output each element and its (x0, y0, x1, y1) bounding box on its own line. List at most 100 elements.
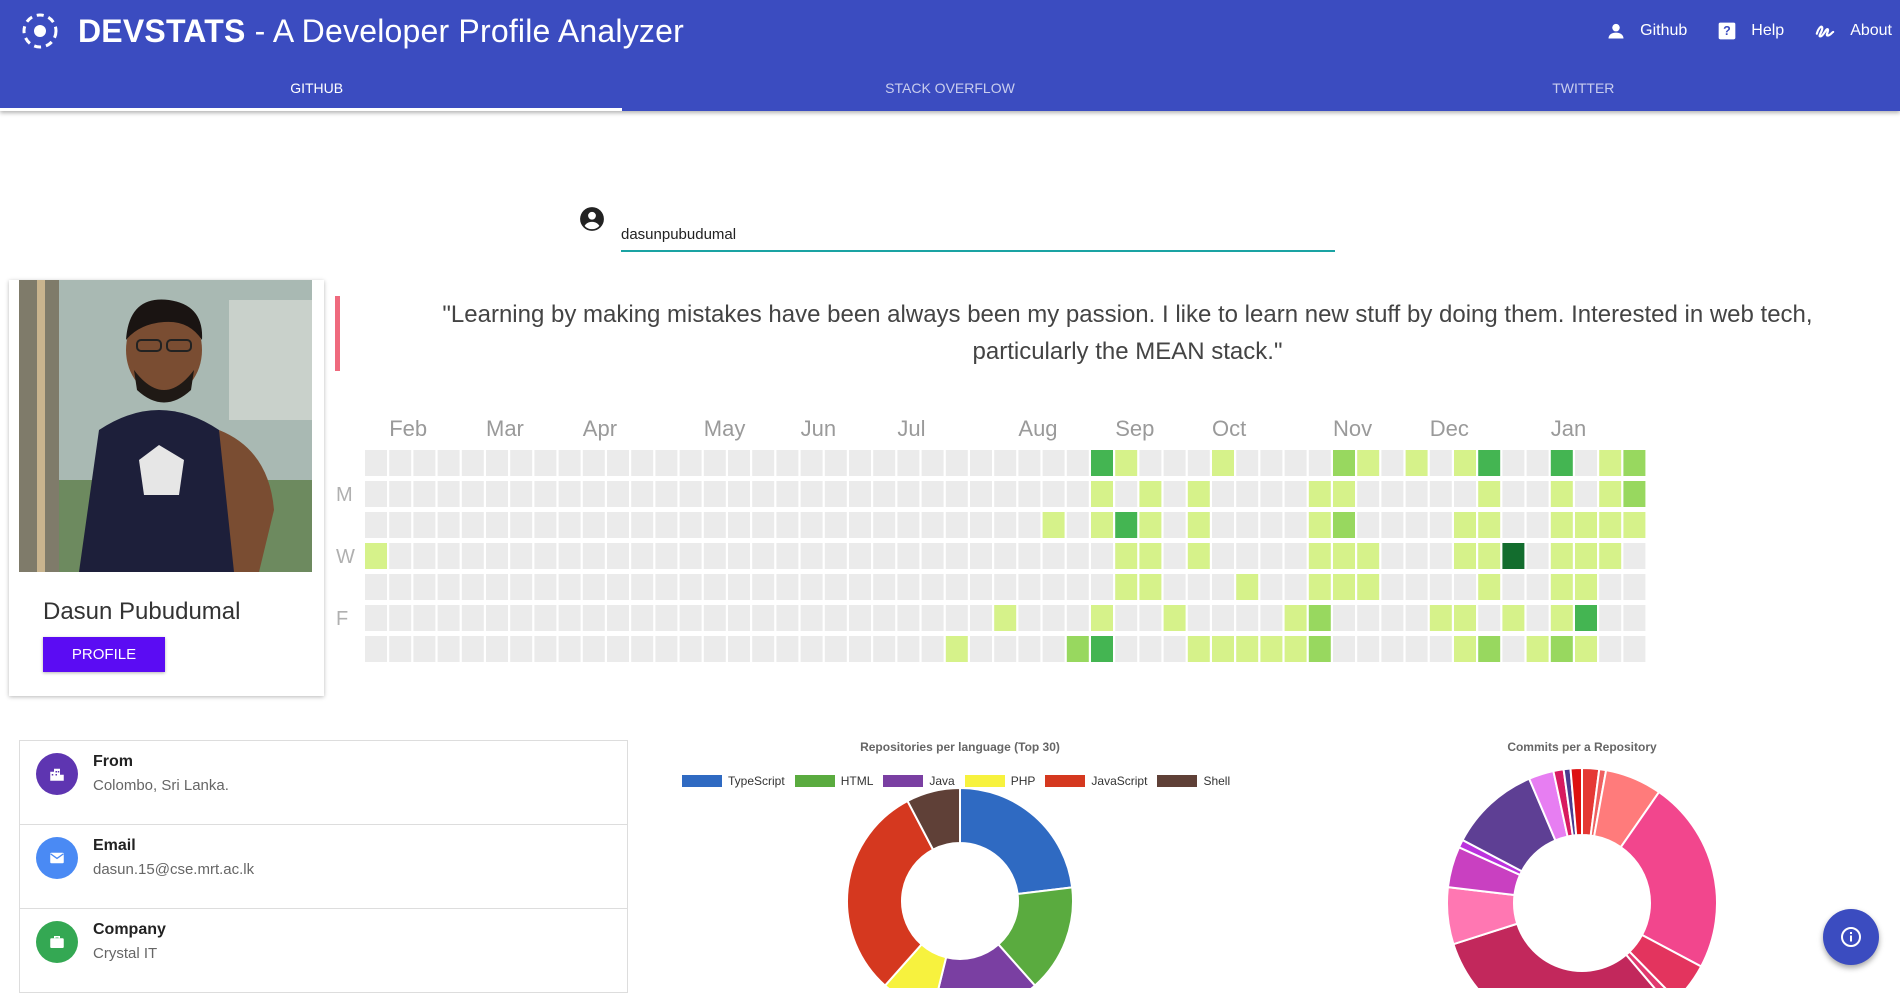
heatmap-cell[interactable] (1236, 605, 1259, 631)
heatmap-cell[interactable] (1623, 481, 1646, 507)
heatmap-cell[interactable] (1212, 512, 1234, 538)
heatmap-cell[interactable] (1066, 450, 1089, 476)
heatmap-cell[interactable] (1454, 512, 1476, 538)
heatmap-cell[interactable] (1526, 636, 1549, 662)
heatmap-cell[interactable] (534, 543, 557, 569)
heatmap-cell[interactable] (607, 481, 629, 507)
heatmap-cell[interactable] (728, 543, 750, 569)
heatmap-cell[interactable] (1550, 450, 1573, 476)
heatmap-cell[interactable] (655, 574, 678, 600)
heatmap-cell[interactable] (486, 512, 508, 538)
heatmap-cell[interactable] (1139, 605, 1162, 631)
heatmap-cell[interactable] (994, 481, 1017, 507)
heatmap-cell[interactable] (1308, 450, 1331, 476)
heatmap-cell[interactable] (752, 512, 775, 538)
heatmap-cell[interactable] (1502, 512, 1525, 538)
heatmap-cell[interactable] (921, 543, 944, 569)
heatmap-cell[interactable] (534, 574, 557, 600)
heatmap-cell[interactable] (461, 450, 484, 476)
heatmap-cell[interactable] (1187, 481, 1210, 507)
heatmap-cell[interactable] (703, 450, 726, 476)
heatmap-cell[interactable] (1526, 574, 1549, 600)
heatmap-cell[interactable] (970, 512, 992, 538)
heatmap-cell[interactable] (1575, 450, 1597, 476)
heatmap-cell[interactable] (800, 543, 823, 569)
heatmap-cell[interactable] (1163, 574, 1186, 600)
heatmap-cell[interactable] (1212, 636, 1234, 662)
heatmap-cell[interactable] (1091, 543, 1113, 569)
heatmap-cell[interactable] (655, 605, 678, 631)
heatmap-cell[interactable] (945, 512, 968, 538)
heatmap-cell[interactable] (389, 636, 412, 662)
heatmap-cell[interactable] (994, 512, 1017, 538)
heatmap-cell[interactable] (994, 636, 1017, 662)
heatmap-cell[interactable] (994, 574, 1017, 600)
heatmap-cell[interactable] (679, 543, 702, 569)
heatmap-cell[interactable] (1139, 450, 1162, 476)
heatmap-cell[interactable] (1308, 574, 1331, 600)
heatmap-cell[interactable] (1260, 481, 1283, 507)
heatmap-cell[interactable] (655, 481, 678, 507)
heatmap-cell[interactable] (1139, 636, 1162, 662)
heatmap-cell[interactable] (437, 574, 460, 600)
heatmap-cell[interactable] (824, 605, 847, 631)
heatmap-cell[interactable] (1478, 481, 1501, 507)
heatmap-cell[interactable] (1091, 574, 1113, 600)
heatmap-cell[interactable] (655, 450, 678, 476)
heatmap-cell[interactable] (1066, 543, 1089, 569)
heatmap-cell[interactable] (413, 543, 436, 569)
heatmap-cell[interactable] (1308, 481, 1331, 507)
heatmap-cell[interactable] (1405, 450, 1428, 476)
legend-item[interactable]: Java (883, 774, 955, 788)
heatmap-cell[interactable] (1236, 512, 1259, 538)
heatmap-cell[interactable] (994, 543, 1017, 569)
heatmap-cell[interactable] (1575, 512, 1597, 538)
heatmap-cell[interactable] (897, 481, 920, 507)
heatmap-cell[interactable] (1623, 605, 1646, 631)
heatmap-cell[interactable] (1091, 605, 1113, 631)
heatmap-cell[interactable] (873, 605, 896, 631)
heatmap-cell[interactable] (607, 512, 629, 538)
heatmap-cell[interactable] (413, 481, 436, 507)
heatmap-cell[interactable] (1478, 636, 1501, 662)
heatmap-cell[interactable] (1502, 481, 1525, 507)
heatmap-cell[interactable] (1575, 481, 1597, 507)
heatmap-cell[interactable] (582, 574, 605, 600)
heatmap-cell[interactable] (897, 605, 920, 631)
heatmap-cell[interactable] (1623, 512, 1646, 538)
heatmap-cell[interactable] (1550, 543, 1573, 569)
heatmap-cell[interactable] (486, 636, 508, 662)
heatmap-cell[interactable] (558, 512, 581, 538)
heatmap-cell[interactable] (679, 450, 702, 476)
heatmap-cell[interactable] (558, 605, 581, 631)
heatmap-cell[interactable] (1163, 543, 1186, 569)
heatmap-cell[interactable] (1405, 605, 1428, 631)
heatmap-cell[interactable] (849, 481, 871, 507)
heatmap-cell[interactable] (1405, 636, 1428, 662)
heatmap-cell[interactable] (607, 574, 629, 600)
heatmap-cell[interactable] (800, 605, 823, 631)
heatmap-cell[interactable] (1212, 543, 1234, 569)
heatmap-cell[interactable] (1478, 450, 1501, 476)
heatmap-cell[interactable] (413, 450, 436, 476)
heatmap-cell[interactable] (389, 574, 412, 600)
heatmap-cell[interactable] (1139, 574, 1162, 600)
heatmap-cell[interactable] (1575, 574, 1597, 600)
heatmap-cell[interactable] (607, 450, 629, 476)
heatmap-cell[interactable] (1187, 574, 1210, 600)
heatmap-cell[interactable] (1454, 605, 1476, 631)
heatmap-cell[interactable] (1502, 605, 1525, 631)
heatmap-cell[interactable] (413, 636, 436, 662)
heatmap-cell[interactable] (679, 636, 702, 662)
tab-github[interactable]: GITHUB (0, 64, 633, 111)
heatmap-cell[interactable] (1091, 450, 1113, 476)
heatmap-cell[interactable] (1042, 543, 1065, 569)
heatmap-cell[interactable] (728, 450, 750, 476)
heatmap-cell[interactable] (921, 481, 944, 507)
heatmap-cell[interactable] (776, 574, 799, 600)
heatmap-cell[interactable] (1357, 512, 1380, 538)
heatmap-cell[interactable] (1575, 636, 1597, 662)
heatmap-cell[interactable] (631, 636, 654, 662)
heatmap-cell[interactable] (776, 450, 799, 476)
heatmap-cell[interactable] (1550, 512, 1573, 538)
